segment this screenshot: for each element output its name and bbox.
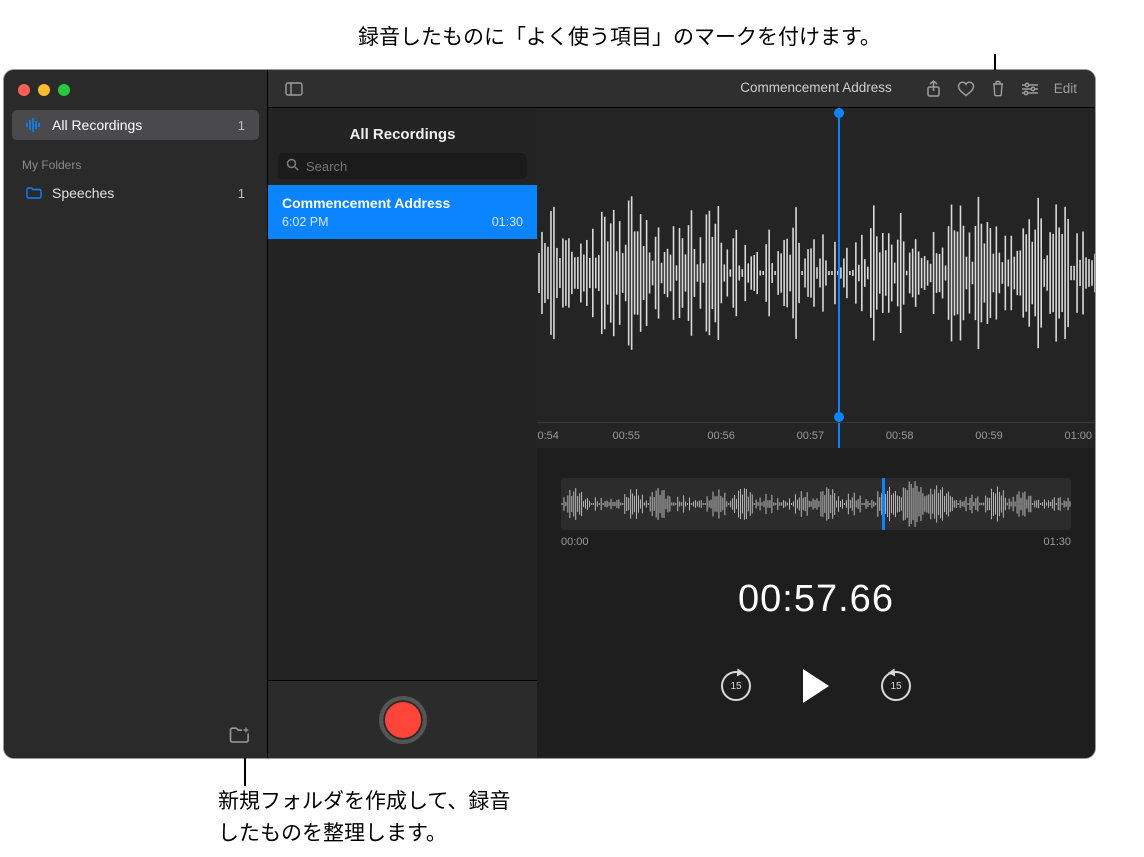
skip-back-button[interactable]: 15 bbox=[721, 671, 751, 701]
options-button[interactable] bbox=[1016, 75, 1044, 103]
skip-seconds-label: 15 bbox=[730, 681, 741, 692]
recording-title: Commencement Address bbox=[282, 195, 523, 211]
sidebar-item-label: Speeches bbox=[52, 185, 114, 201]
playhead[interactable] bbox=[838, 108, 840, 448]
play-button[interactable] bbox=[803, 669, 829, 703]
close-window-button[interactable] bbox=[18, 84, 30, 96]
annotation-line: したものを整理します。 bbox=[218, 818, 510, 850]
overview-start-time: 00:00 bbox=[561, 536, 589, 548]
overview-end-time: 01:30 bbox=[1043, 536, 1071, 548]
skip-seconds-label: 15 bbox=[890, 681, 901, 692]
record-button-zone bbox=[268, 680, 537, 758]
ruler-tick: 00:57 bbox=[797, 430, 825, 442]
detail-pane: Commencement Address Edit bbox=[537, 70, 1095, 758]
window-controls bbox=[4, 70, 267, 106]
ruler-tick: 00:55 bbox=[613, 430, 641, 442]
callout-line bbox=[244, 758, 246, 786]
delete-button[interactable] bbox=[984, 75, 1012, 103]
ruler-tick: 0:54 bbox=[537, 430, 558, 442]
sidebar-item-count: 1 bbox=[238, 118, 245, 133]
ruler-tick: 01:00 bbox=[1064, 430, 1092, 442]
current-time-display: 00:57.66 bbox=[537, 578, 1095, 621]
share-button[interactable] bbox=[920, 75, 948, 103]
sidebar: All Recordings 1 My Folders Speeches 1 bbox=[4, 70, 267, 758]
folder-icon bbox=[26, 187, 44, 199]
sidebar-item-label: All Recordings bbox=[52, 117, 142, 133]
favorite-button[interactable] bbox=[952, 75, 980, 103]
sidebar-item-all-recordings[interactable]: All Recordings 1 bbox=[12, 110, 259, 140]
search-icon bbox=[286, 158, 299, 176]
record-button[interactable] bbox=[379, 696, 427, 744]
recording-time: 6:02 PM bbox=[282, 215, 329, 229]
overview-playhead[interactable] bbox=[882, 478, 885, 530]
sidebar-group-label: My Folders bbox=[4, 150, 267, 174]
skip-forward-button[interactable]: 15 bbox=[881, 671, 911, 701]
ruler-tick: 00:59 bbox=[975, 430, 1003, 442]
waveform-overview[interactable] bbox=[561, 478, 1071, 530]
annotation-text: 新規フォルダを作成して、録音 したものを整理します。 bbox=[218, 786, 510, 849]
new-folder-button[interactable] bbox=[229, 726, 251, 744]
app-window: All Recordings 1 My Folders Speeches 1 A… bbox=[4, 70, 1095, 758]
sidebar-item-count: 1 bbox=[238, 186, 245, 201]
waveform-zoom[interactable]: 0:54 00:55 00:56 00:57 00:58 00:59 01:00 bbox=[537, 108, 1095, 448]
titlebar: Commencement Address Edit bbox=[537, 70, 1095, 108]
zoom-window-button[interactable] bbox=[58, 84, 70, 96]
recording-list-item[interactable]: Commencement Address 6:02 PM 01:30 bbox=[268, 185, 537, 239]
annotation-line: 新規フォルダを作成して、録音 bbox=[218, 786, 510, 818]
sidebar-item-folder[interactable]: Speeches 1 bbox=[12, 178, 259, 208]
transport-controls: 15 15 bbox=[537, 669, 1095, 703]
ruler-tick: 00:56 bbox=[707, 430, 735, 442]
list-title: All Recordings bbox=[268, 126, 537, 143]
minimize-window-button[interactable] bbox=[38, 84, 50, 96]
edit-button[interactable]: Edit bbox=[1048, 75, 1083, 103]
annotation-text: 録音したものに「よく使う項目」のマークを付けます。 bbox=[358, 22, 881, 54]
waveform-icon bbox=[26, 118, 44, 132]
ruler-tick: 00:58 bbox=[886, 430, 914, 442]
time-ruler: 0:54 00:55 00:56 00:57 00:58 00:59 01:00 bbox=[537, 422, 1095, 448]
recordings-list-column: All Recordings Commencement Address 6:02… bbox=[267, 70, 537, 758]
search-input[interactable] bbox=[278, 153, 527, 179]
recording-duration: 01:30 bbox=[492, 215, 523, 229]
toggle-sidebar-button[interactable] bbox=[280, 75, 308, 103]
